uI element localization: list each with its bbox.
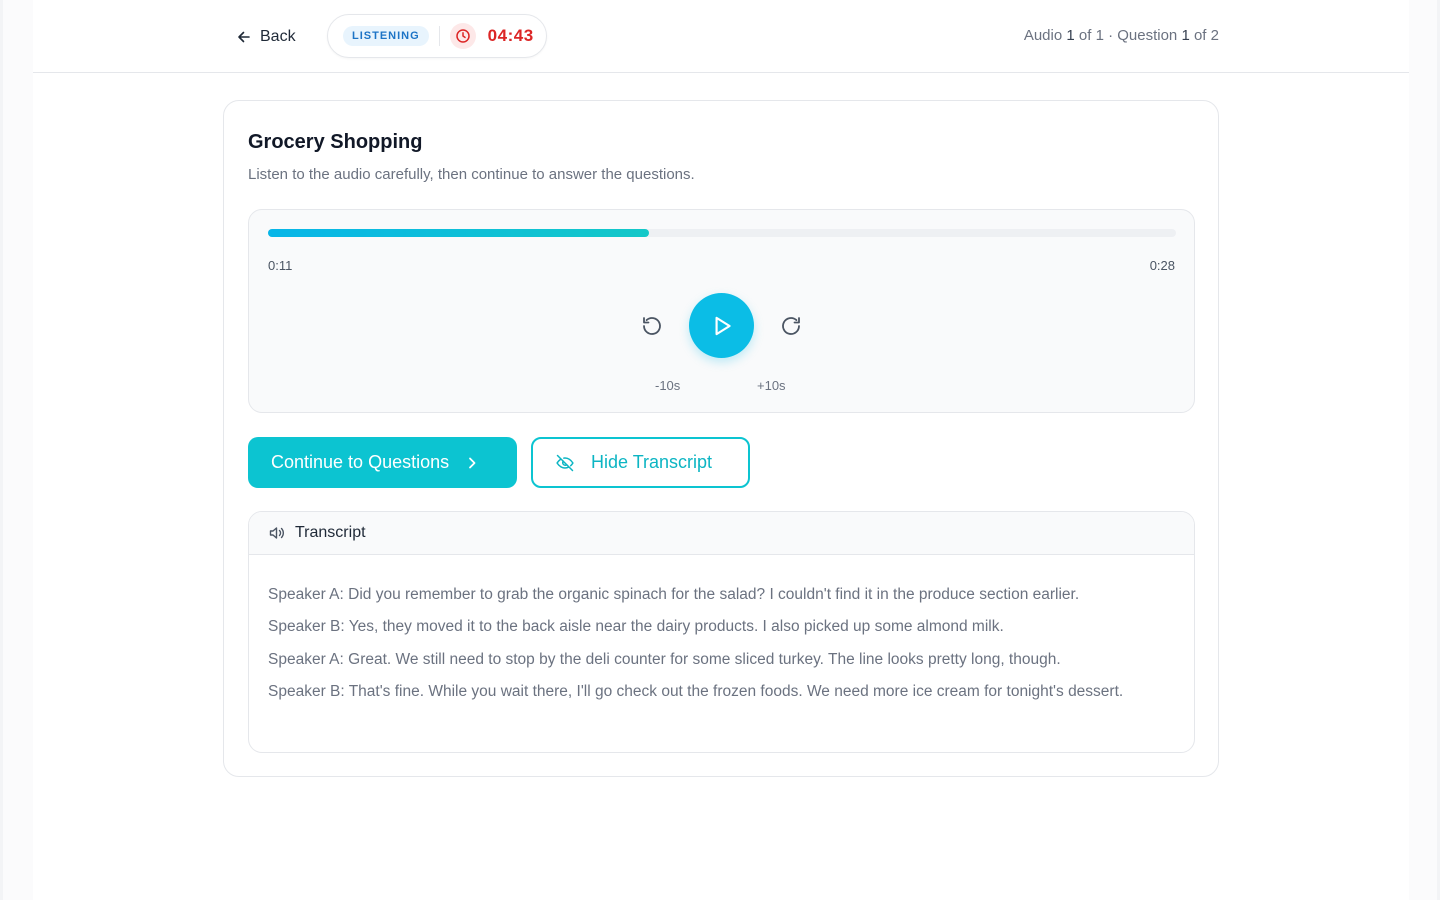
status-pill: LISTENING 04:43 bbox=[327, 14, 547, 58]
continue-to-questions-button[interactable]: Continue to Questions bbox=[248, 437, 517, 488]
countdown-timer: 04:43 bbox=[487, 26, 534, 45]
progress-indicator: Audio 1 of 1 · Question 1 of 2 bbox=[1024, 27, 1219, 44]
forward-label: +10s bbox=[757, 378, 786, 393]
transcript-line: Speaker B: Yes, they moved it to the bac… bbox=[268, 618, 1004, 636]
transcript-line: Speaker B: That's fine. While you wait t… bbox=[268, 682, 1124, 700]
back-button[interactable]: Back bbox=[236, 24, 296, 50]
rotate-cw-icon bbox=[782, 317, 800, 335]
back-label: Back bbox=[260, 28, 296, 45]
transcript-header: Transcript bbox=[249, 512, 1194, 555]
transcript-heading: Transcript bbox=[295, 524, 366, 541]
card-subtitle: Listen to the audio carefully, then cont… bbox=[248, 166, 695, 183]
app-container: Back LISTENING 04:43 Audio 1 of 1 · Ques… bbox=[33, 0, 1409, 900]
top-bar: Back LISTENING 04:43 Audio 1 of 1 · Ques… bbox=[33, 0, 1409, 73]
card-title: Grocery Shopping bbox=[248, 131, 423, 153]
chevron-right-icon bbox=[469, 457, 476, 468]
hide-transcript-button[interactable]: Hide Transcript bbox=[531, 437, 750, 488]
seek-bar[interactable] bbox=[268, 229, 1176, 237]
hide-transcript-label: Hide Transcript bbox=[591, 452, 713, 472]
eye-off-icon bbox=[556, 454, 574, 471]
audio-current: 1 bbox=[1066, 27, 1075, 44]
audio-rest: of 1 · Question bbox=[1078, 27, 1178, 44]
transcript-line: Speaker A: Did you remember to grab the … bbox=[268, 586, 1080, 603]
clock-icon bbox=[449, 23, 476, 49]
current-time: 0:11 bbox=[268, 258, 293, 273]
transcript-line: Speaker A: Great. We still need to stop … bbox=[268, 650, 1061, 668]
question-current: 1 bbox=[1181, 27, 1190, 44]
mode-badge: LISTENING bbox=[343, 26, 429, 46]
question-rest: of 2 bbox=[1193, 27, 1219, 44]
audio-word: Audio bbox=[1023, 27, 1063, 44]
rewind-label: -10s bbox=[655, 378, 681, 393]
pill-divider bbox=[438, 26, 440, 46]
transcript-panel: Transcript Speaker A: Did you remember t… bbox=[248, 511, 1195, 753]
play-icon bbox=[715, 316, 731, 335]
audio-player: 0:11 0:28 -10s +10s bbox=[248, 209, 1195, 413]
transcript-body: Speaker A: Did you remember to grab the … bbox=[249, 555, 1194, 708]
page-background: Back LISTENING 04:43 Audio 1 of 1 · Ques… bbox=[3, 0, 1437, 900]
volume-icon bbox=[269, 527, 284, 539]
play-button[interactable] bbox=[689, 293, 754, 358]
rewind-button[interactable] bbox=[637, 311, 667, 341]
rotate-ccw-icon bbox=[643, 317, 661, 335]
arrow-left-icon bbox=[238, 31, 250, 43]
listening-card: Grocery Shopping Listen to the audio car… bbox=[223, 100, 1219, 777]
duration: 0:28 bbox=[1149, 258, 1175, 273]
forward-button[interactable] bbox=[776, 311, 806, 341]
continue-label: Continue to Questions bbox=[271, 452, 450, 472]
seek-bar-fill bbox=[268, 229, 650, 237]
